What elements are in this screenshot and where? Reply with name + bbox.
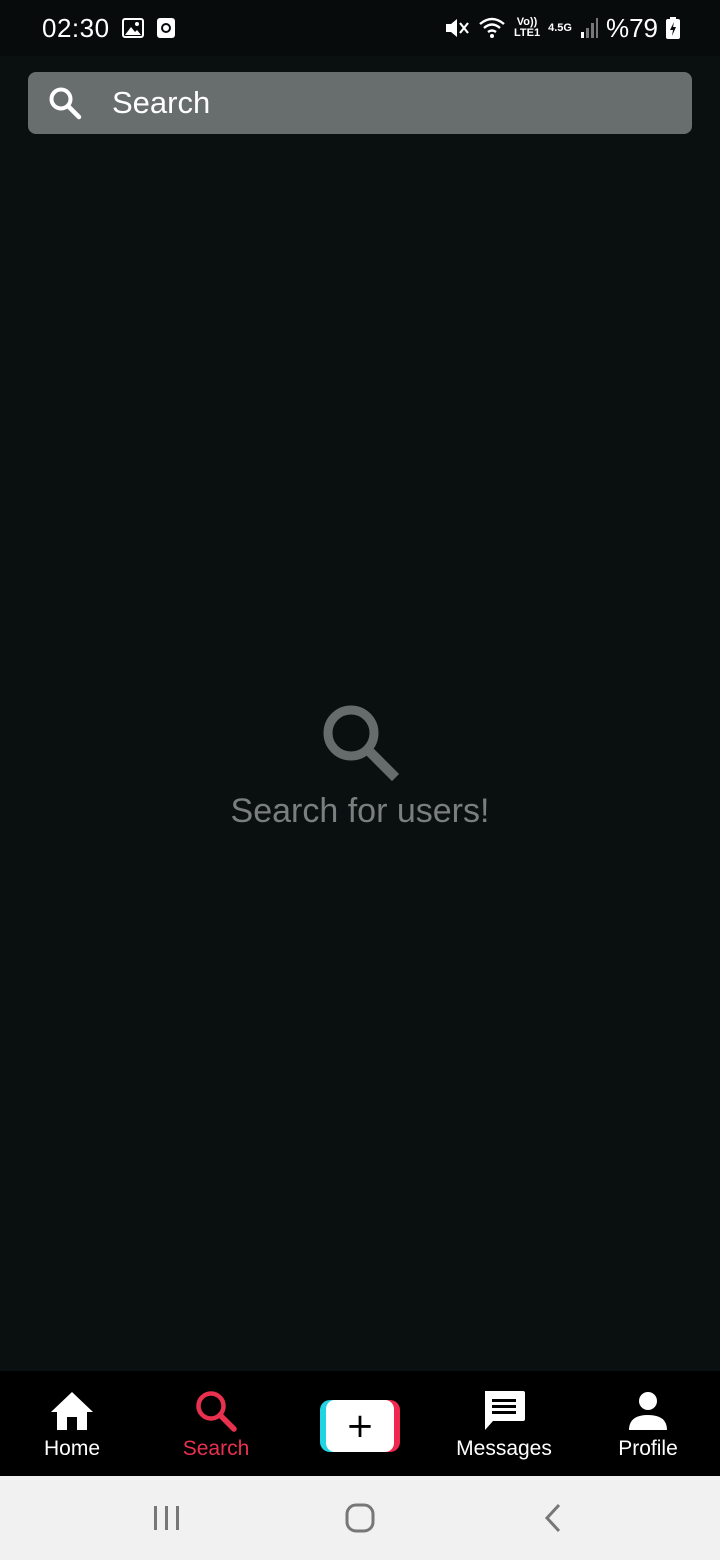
- bottom-nav: Home Search + Messages Profile: [0, 1371, 720, 1476]
- battery-percent: %79: [605, 12, 658, 43]
- volte-icon: Vo)) LTE1: [514, 17, 540, 39]
- network-gen-icon: 4.5G: [548, 21, 572, 34]
- empty-state-message: Search for users!: [230, 792, 490, 830]
- home-icon: [48, 1387, 96, 1435]
- message-icon: [480, 1387, 528, 1435]
- search-icon: [318, 700, 402, 784]
- search-icon: [192, 1387, 240, 1435]
- search-input[interactable]: [112, 85, 652, 121]
- nav-label-home: Home: [43, 1437, 101, 1460]
- system-nav: [0, 1476, 720, 1560]
- nav-item-messages[interactable]: Messages: [432, 1371, 576, 1476]
- gallery-icon: [121, 18, 144, 38]
- status-time: 02:30: [42, 12, 110, 43]
- nav-label-messages: Messages: [456, 1437, 552, 1460]
- wifi-icon: [478, 16, 506, 40]
- recents-icon[interactable]: [137, 1488, 197, 1548]
- nav-item-profile[interactable]: Profile: [576, 1371, 720, 1476]
- status-bar: 02:30 Vo)) LTE1 4.5G %79: [0, 0, 720, 56]
- create-button[interactable]: +: [320, 1400, 400, 1452]
- home-circle-icon[interactable]: [330, 1488, 390, 1548]
- mute-icon: [444, 16, 470, 40]
- nav-item-search[interactable]: Search: [144, 1371, 288, 1476]
- nav-label-profile: Profile: [618, 1437, 678, 1460]
- status-left: 02:30: [42, 13, 176, 44]
- search-icon: [48, 86, 82, 120]
- nav-item-create[interactable]: +: [288, 1371, 432, 1476]
- status-right: Vo)) LTE1 4.5G %79: [444, 13, 680, 44]
- plus-icon: +: [345, 1406, 375, 1446]
- nav-item-home[interactable]: Home: [0, 1371, 144, 1476]
- nav-label-search: Search: [182, 1437, 250, 1460]
- person-icon: [624, 1387, 672, 1435]
- battery-icon: [666, 17, 680, 39]
- network-bottom-label: LTE1: [514, 27, 541, 39]
- empty-state: Search for users!: [0, 700, 720, 831]
- network-gen-label: 4.5G: [548, 21, 572, 34]
- search-bar[interactable]: [28, 72, 692, 134]
- screen-record-icon: [156, 17, 176, 39]
- create-button-face: +: [326, 1400, 394, 1452]
- back-icon[interactable]: [523, 1488, 583, 1548]
- signal-icon: [580, 17, 598, 39]
